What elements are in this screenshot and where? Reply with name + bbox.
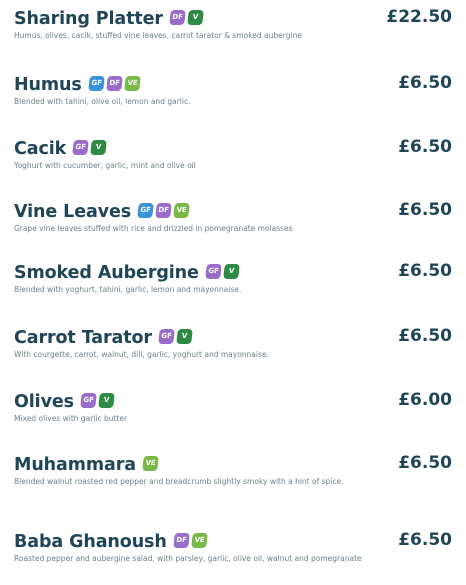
- gluten-free-badge-icon: GF: [137, 202, 154, 218]
- item-name: Cacik GF V: [14, 136, 107, 160]
- menu-item-baba-ghanoush: Baba Ghanoush DF VE £6.50 Roasted pepper a…: [0, 527, 466, 563]
- menu-item-vine-leaves: Vine Leaves GF DF VE £6.50 Grape vine leave…: [0, 197, 466, 233]
- item-price: £6.50: [398, 530, 452, 550]
- menu-item-sharing-platter: Sharing Platter DF V £22.50 Humus, olives,…: [0, 4, 466, 40]
- vegetarian-badge-icon: V: [187, 9, 204, 25]
- vegetarian-badge-icon: V: [98, 392, 115, 408]
- item-description: Grape vine leaves stuffed with rice and …: [14, 224, 293, 233]
- item-description: With courgette, carrot, walnut, dill, ga…: [14, 350, 269, 359]
- vegetarian-badge-icon: V: [90, 139, 107, 155]
- dairy-free-badge-icon: DF: [172, 532, 190, 548]
- gluten-free-badge-icon: GF: [72, 139, 89, 155]
- vegan-badge-icon: VE: [142, 455, 159, 471]
- item-description: Yoghurt with cucumber, garlic, mint and …: [14, 161, 196, 170]
- item-name: Vine Leaves GF DF VE: [14, 199, 190, 223]
- item-description: Roasted pepper and aubergine salad, with…: [14, 554, 362, 563]
- gluten-free-badge-icon: GF: [158, 328, 175, 344]
- item-description: Mixed olives with garlic butter: [14, 414, 128, 423]
- item-description: Humus, olives, cacik, stuffed vine leave…: [14, 31, 302, 40]
- item-price: £6.50: [398, 326, 452, 346]
- vegan-badge-icon: VE: [173, 202, 190, 218]
- item-name: Olives GF V: [14, 389, 115, 413]
- vegan-badge-icon: VE: [123, 75, 141, 91]
- menu-item-muhammara: Muhammara VE £6.50 Blended walnut roasted…: [0, 450, 466, 486]
- dairy-free-badge-icon: DF: [105, 75, 123, 91]
- menu: Sharing Platter DF V £22.50 Humus, olives,…: [0, 0, 466, 585]
- item-price: £6.50: [398, 137, 452, 157]
- item-price: £6.50: [398, 73, 452, 93]
- menu-item-cacik: Cacik GF V £6.50 Yoghurt with cucumber, ga…: [0, 134, 466, 170]
- menu-item-humus: Humus GF DF VE £6.50 Blended with tahini, o…: [0, 70, 466, 106]
- gluten-free-badge-icon: GF: [205, 263, 222, 279]
- item-name: Muhammara VE: [14, 452, 159, 476]
- item-description: Blended with tahini, olive oil, lemon an…: [14, 97, 191, 106]
- dairy-free-badge-icon: DF: [169, 9, 186, 25]
- menu-item-carrot-tarator: Carrot Tarator GF V £6.50 With courgette, …: [0, 323, 466, 359]
- menu-item-smoked-aubergine: Smoked Aubergine GF V £6.50 Blended with y…: [0, 258, 466, 294]
- item-name: Baba Ghanoush DF VE: [14, 529, 208, 553]
- item-name: Smoked Aubergine GF V: [14, 260, 240, 284]
- item-price: £6.50: [398, 453, 452, 473]
- vegetarian-badge-icon: V: [176, 328, 193, 344]
- item-price: £6.50: [398, 261, 452, 281]
- gluten-free-badge-icon: GF: [80, 392, 97, 408]
- dairy-free-badge-icon: DF: [155, 202, 172, 218]
- menu-item-olives: Olives GF V £6.00 Mixed olives with garlic…: [0, 387, 466, 423]
- item-price: £6.50: [398, 200, 452, 220]
- gluten-free-badge-icon: GF: [87, 75, 105, 91]
- item-price: £22.50: [386, 7, 452, 27]
- item-name: Sharing Platter DF V: [14, 6, 204, 30]
- item-description: Blended walnut roasted red pepper and br…: [14, 477, 344, 486]
- item-name: Humus GF DF VE: [14, 72, 141, 96]
- item-price: £6.00: [398, 390, 452, 410]
- item-description: Blended with yoghurt, tahini, garlic, le…: [14, 285, 242, 294]
- vegan-badge-icon: VE: [190, 532, 208, 548]
- vegetarian-badge-icon: V: [223, 263, 240, 279]
- item-name: Carrot Tarator GF V: [14, 325, 193, 349]
